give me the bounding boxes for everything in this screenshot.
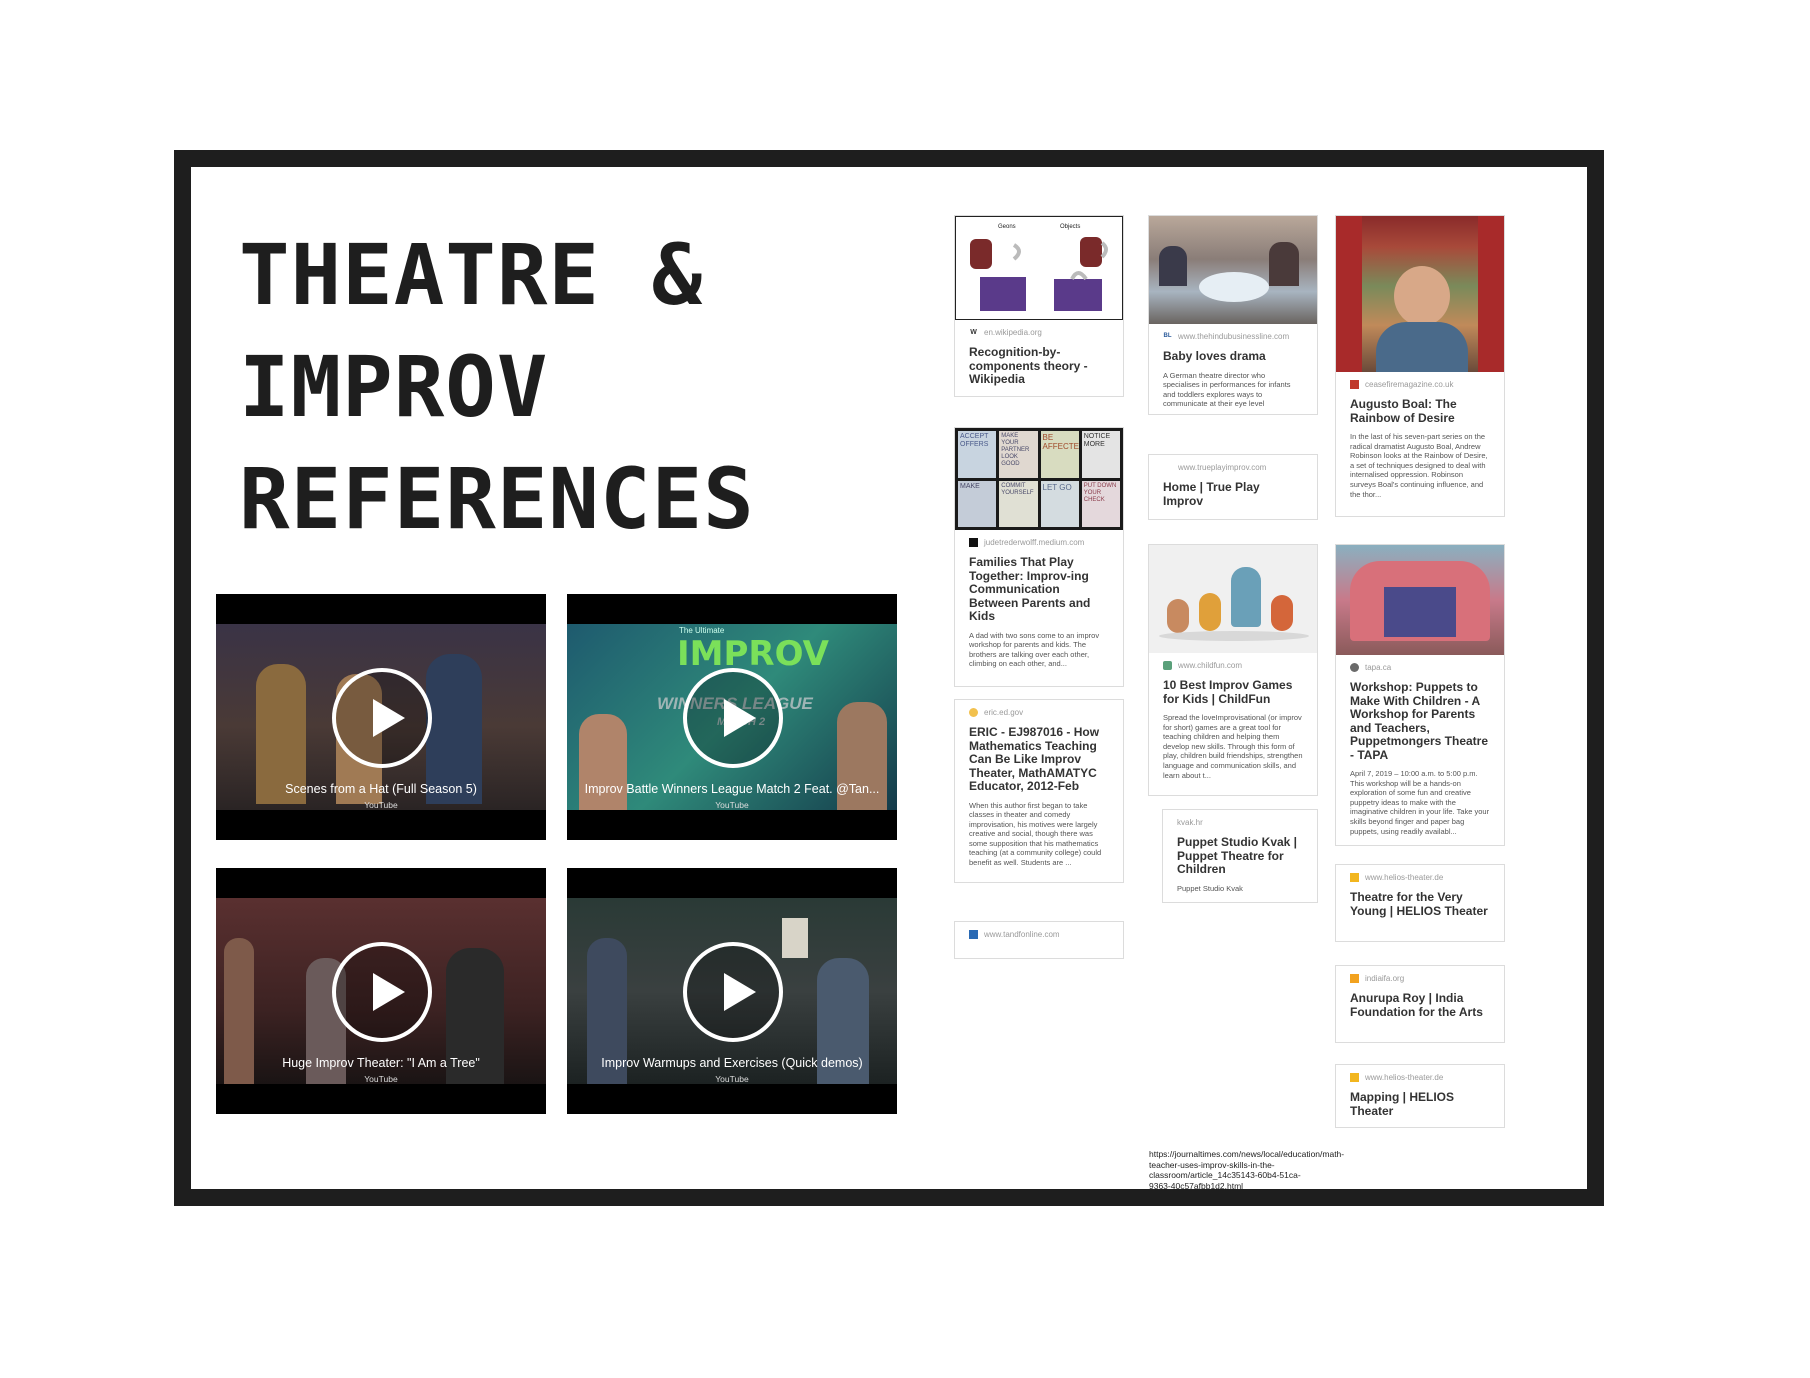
link-card-tapa[interactable]: tapa.ca Workshop: Puppets to Make With C… bbox=[1335, 544, 1505, 846]
tile: LET GO bbox=[1040, 480, 1079, 527]
tapa-icon bbox=[1350, 663, 1359, 672]
card-image bbox=[1336, 216, 1504, 372]
video-title: Improv Warmups and Exercises (Quick demo… bbox=[601, 1056, 863, 1070]
fig-label-objects: Objects bbox=[1060, 224, 1080, 230]
moodboard-canvas: THEATRE & IMPROV REFERENCES Scenes from … bbox=[191, 167, 1587, 1191]
video-title: Scenes from a Hat (Full Season 5) bbox=[285, 782, 477, 796]
moodboard-frame: THEATRE & IMPROV REFERENCES Scenes from … bbox=[174, 150, 1604, 1206]
card-title: Puppet Studio Kvak | Puppet Theatre for … bbox=[1177, 835, 1298, 876]
helios-icon bbox=[1350, 873, 1359, 882]
link-card-wikipedia[interactable]: Geons Objects Wen.wikipedia.org Recognit… bbox=[954, 215, 1124, 397]
link-card-eric[interactable]: eric.ed.gov ERIC - EJ987016 - How Mathem… bbox=[954, 699, 1124, 883]
childfun-icon bbox=[1163, 661, 1172, 670]
video-source: YouTube bbox=[364, 1074, 398, 1084]
link-card-trueplayimprov[interactable]: www.trueplayimprov.com Home | True Play … bbox=[1148, 454, 1318, 520]
video-card-improv-warmups[interactable]: Improv Warmups and Exercises (Quick demo… bbox=[567, 868, 897, 1114]
trueplay-icon bbox=[1163, 463, 1172, 472]
tandf-icon bbox=[969, 930, 978, 939]
card-source: www.helios-theater.de bbox=[1365, 1073, 1444, 1082]
link-card-helios-mapping[interactable]: www.helios-theater.de Mapping | HELIOS T… bbox=[1335, 1064, 1505, 1128]
card-title: 10 Best Improv Games for Kids | ChildFun bbox=[1163, 678, 1293, 706]
ceasefire-icon bbox=[1350, 380, 1359, 389]
card-title: Theatre for the Very Young | HELIOS Thea… bbox=[1350, 890, 1488, 918]
title-line-2: IMPROV bbox=[239, 338, 549, 436]
eric-sun-icon bbox=[969, 708, 978, 717]
card-source: kvak.hr bbox=[1177, 818, 1203, 827]
link-card-ceasefire[interactable]: ceasefiremagazine.co.uk Augusto Boal: Th… bbox=[1335, 215, 1505, 517]
card-description: In the last of his seven-part series on … bbox=[1350, 432, 1488, 499]
card-title: Recognition-by-components theory - Wikip… bbox=[969, 345, 1088, 386]
card-source: judetrederwolff.medium.com bbox=[984, 538, 1085, 547]
card-description: When this author first began to take cla… bbox=[969, 800, 1102, 868]
video-source: YouTube bbox=[715, 1074, 749, 1084]
medium-icon bbox=[969, 538, 978, 547]
businessline-icon: BL bbox=[1163, 333, 1172, 339]
title-line-1: THEATRE & bbox=[239, 226, 704, 324]
video-source: YouTube bbox=[364, 800, 398, 810]
card-image bbox=[1336, 545, 1504, 655]
card-source: www.thehindubusinessline.com bbox=[1178, 332, 1290, 341]
card-image: ACCEPT OFFERS MAKE YOUR PARTNER LOOK GOO… bbox=[955, 428, 1123, 530]
tile: MAKE YOUR PARTNER LOOK GOOD bbox=[999, 431, 1038, 478]
thumb-brand: IMPROV bbox=[677, 634, 829, 674]
play-button[interactable] bbox=[332, 668, 432, 768]
card-source: ceasefiremagazine.co.uk bbox=[1365, 380, 1454, 389]
card-title: ERIC - EJ987016 - How Mathematics Teachi… bbox=[969, 725, 1100, 793]
card-source: eric.ed.gov bbox=[984, 708, 1024, 717]
card-source: www.childfun.com bbox=[1178, 661, 1243, 670]
card-source: en.wikipedia.org bbox=[984, 328, 1042, 337]
card-title: Families That Play Together: Improv-ing … bbox=[969, 555, 1091, 623]
card-source: indiaifa.org bbox=[1365, 974, 1405, 983]
link-card-indiaifa[interactable]: indiaifa.org Anurupa Roy | India Foundat… bbox=[1335, 965, 1505, 1043]
board-title: THEATRE & IMPROV REFERENCES bbox=[239, 219, 799, 555]
card-source: www.tandfonline.com bbox=[984, 930, 1060, 939]
tile: NOTICE MORE bbox=[1081, 431, 1120, 478]
link-card-tandfonline[interactable]: www.tandfonline.com bbox=[954, 921, 1124, 959]
card-description: A German theatre director who specialise… bbox=[1163, 370, 1291, 409]
tile: PUT DOWN YOUR CHECK bbox=[1081, 480, 1120, 527]
video-title: Huge Improv Theater: "I Am a Tree" bbox=[282, 1056, 480, 1070]
video-title: Improv Battle Winners League Match 2 Fea… bbox=[584, 782, 880, 796]
url-note[interactable]: https://journaltimes.com/news/local/educ… bbox=[1149, 1149, 1344, 1191]
card-description: April 7, 2019 – 10:00 a.m. to 5:00 p.m. … bbox=[1350, 769, 1490, 836]
play-button[interactable] bbox=[683, 668, 783, 768]
link-card-helios-very-young[interactable]: www.helios-theater.de Theatre for the Ve… bbox=[1335, 864, 1505, 942]
video-source: YouTube bbox=[715, 800, 749, 810]
tile: ACCEPT OFFERS bbox=[958, 431, 997, 478]
ifa-flag-icon bbox=[1350, 974, 1359, 983]
card-title: Mapping | HELIOS Theater bbox=[1350, 1090, 1455, 1118]
video-card-scenes-from-a-hat[interactable]: Scenes from a Hat (Full Season 5) YouTub… bbox=[216, 594, 546, 840]
card-source: www.trueplayimprov.com bbox=[1178, 463, 1267, 472]
card-title: Workshop: Puppets to Make With Children … bbox=[1350, 680, 1489, 762]
play-button[interactable] bbox=[683, 942, 783, 1042]
link-card-hindu-businessline[interactable]: BL www.thehindubusinessline.com Baby love… bbox=[1148, 215, 1318, 415]
card-description: Puppet Studio Kvak bbox=[1177, 883, 1243, 893]
video-card-huge-improv[interactable]: Huge Improv Theater: "I Am a Tree" YouTu… bbox=[216, 868, 546, 1114]
geons-diagram: Geons Objects bbox=[970, 224, 1108, 311]
link-card-kvak[interactable]: kvak.hr Puppet Studio Kvak | Puppet Thea… bbox=[1162, 809, 1318, 903]
play-button[interactable] bbox=[332, 942, 432, 1042]
card-title: Augusto Boal: The Rainbow of Desire bbox=[1350, 397, 1457, 425]
tile: BE AFFECTED bbox=[1040, 431, 1079, 478]
card-title: Anurupa Roy | India Foundation for the A… bbox=[1350, 991, 1483, 1019]
video-card-improv-battle[interactable]: The Ultimate IMPROV WINNERS LEAGUE MATCH… bbox=[567, 594, 897, 840]
card-image: Geons Objects bbox=[955, 216, 1123, 320]
helios-icon bbox=[1350, 1073, 1359, 1082]
card-title: Baby loves drama bbox=[1163, 349, 1266, 363]
wikipedia-icon: W bbox=[970, 329, 977, 336]
card-title: Home | True Play Improv bbox=[1163, 480, 1260, 508]
card-image bbox=[1149, 216, 1317, 324]
card-description: A dad with two sons come to an improv wo… bbox=[969, 630, 1100, 669]
link-card-childfun[interactable]: www.childfun.com 10 Best Improv Games fo… bbox=[1148, 544, 1318, 796]
tile: MAKE bbox=[958, 480, 997, 527]
card-image bbox=[1149, 545, 1317, 653]
tile: COMMIT YOURSELF bbox=[999, 480, 1038, 527]
card-source: www.helios-theater.de bbox=[1365, 873, 1444, 882]
fig-label-geons: Geons bbox=[998, 224, 1016, 230]
card-description: Spread the loveImprovisational (or impro… bbox=[1163, 713, 1303, 780]
card-source: tapa.ca bbox=[1365, 663, 1392, 672]
link-card-medium[interactable]: ACCEPT OFFERS MAKE YOUR PARTNER LOOK GOO… bbox=[954, 427, 1124, 687]
title-line-3: REFERENCES bbox=[239, 450, 755, 548]
